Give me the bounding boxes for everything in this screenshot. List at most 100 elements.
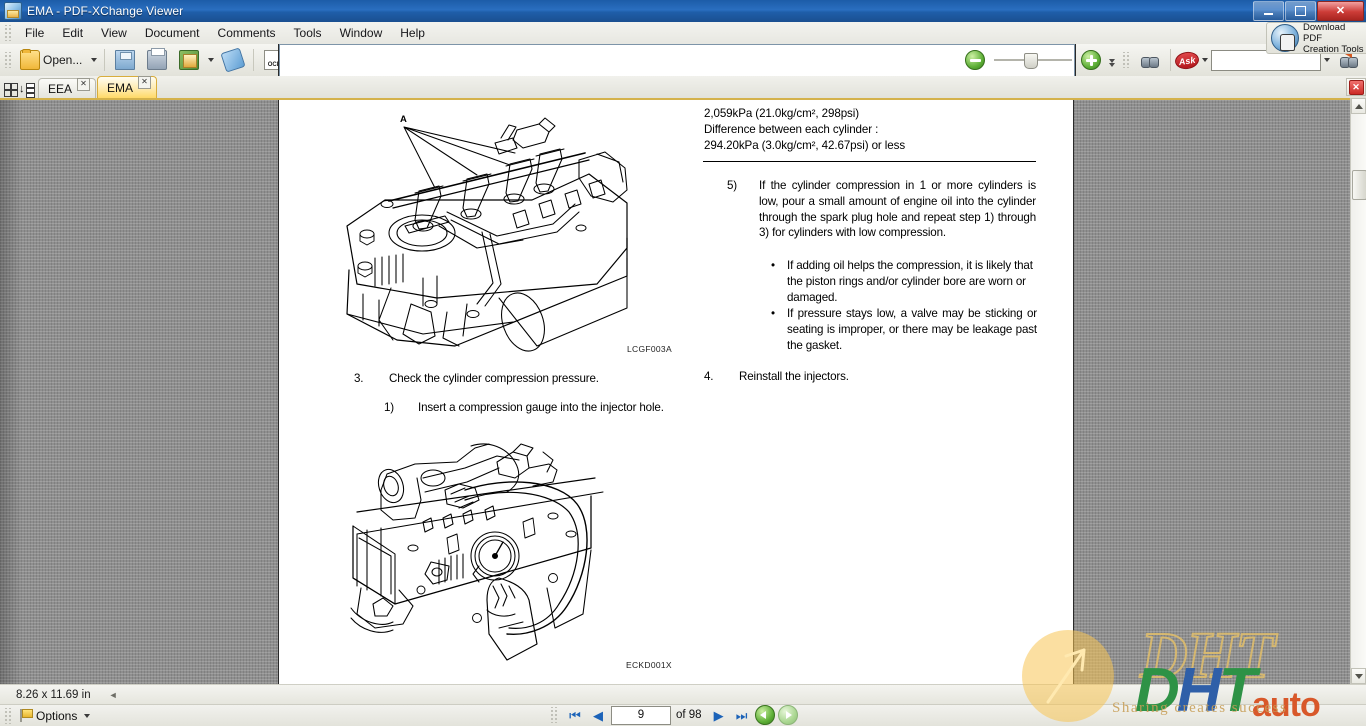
export-dropdown-caret[interactable] — [208, 58, 215, 62]
tab-eea[interactable]: EEA ✕ — [38, 78, 97, 98]
next-view-nav-button[interactable] — [777, 705, 798, 725]
document-tab-strip: ↓ EEA ✕ EMA ✕ — [0, 76, 1366, 99]
scroll-down-icon — [1354, 673, 1363, 679]
tab-ema[interactable]: EMA ✕ — [97, 76, 158, 98]
page-size-label: 8.26 x 11.69 in — [16, 688, 91, 701]
scroll-up-icon — [1354, 103, 1363, 109]
close-button[interactable]: ✕ — [1317, 1, 1364, 21]
bottom-bar-gripper[interactable] — [4, 707, 13, 724]
status-bar: 8.26 x 11.69 in ◄ — [0, 684, 1366, 704]
app-icon — [4, 2, 22, 20]
find-button[interactable] — [1134, 46, 1166, 74]
scroll-up-button[interactable] — [1351, 98, 1366, 114]
print-icon — [147, 48, 168, 70]
download-pdf-line1: Download PDF — [1303, 21, 1346, 44]
save-button[interactable] — [109, 46, 141, 74]
spec-line-3: 294.20kPa (3.0kg/cm², 42.67psi) or less — [704, 139, 906, 152]
export-icon — [179, 50, 200, 70]
scrollbar-thumb[interactable] — [1352, 170, 1366, 200]
step-4-number: 4. — [704, 370, 714, 383]
ask-toolbar-icon[interactable]: Ask — [1174, 49, 1201, 71]
fit-width-button[interactable]: ↔ — [279, 44, 1075, 76]
page-number-input[interactable]: 9 — [611, 705, 671, 725]
window-controls: ✕ — [1253, 1, 1364, 21]
flag-icon — [20, 709, 33, 722]
open-button-label: Open... — [43, 53, 83, 67]
email-icon — [220, 47, 246, 73]
menu-view[interactable]: View — [92, 24, 136, 42]
substep-1-number: 1) — [384, 401, 395, 414]
figure-engine-injectors: A — [346, 114, 628, 352]
menu-window[interactable]: Window — [331, 24, 392, 42]
bullet-1-text: If adding oil helps the compression, it … — [787, 259, 1033, 304]
tab-ema-label: EMA — [107, 80, 134, 95]
zoom-slider[interactable] — [994, 49, 1073, 71]
find-icon — [1141, 51, 1160, 69]
toolbar-separator-2 — [253, 49, 255, 71]
print-button[interactable] — [141, 46, 173, 74]
pdf-xchange-viewer-window: EMA - PDF-XChange Viewer ✕ File Edit Vie… — [0, 0, 1366, 726]
minimize-button[interactable] — [1253, 1, 1284, 21]
thumbnails-icon[interactable] — [4, 83, 18, 97]
first-page-button[interactable]: ⏮ — [565, 706, 585, 724]
scroll-down-button[interactable] — [1351, 668, 1366, 684]
step-5-number: 5) — [727, 179, 738, 192]
spec-line-2: Difference between each cylinder : — [704, 123, 879, 136]
menu-edit[interactable]: Edit — [53, 24, 92, 42]
tab-strip-icons: ↓ — [0, 83, 38, 98]
zoom-slider-knob[interactable] — [1024, 53, 1039, 69]
close-document-button[interactable]: ✕ — [1346, 78, 1366, 96]
toolbar-gripper-5[interactable] — [1122, 52, 1132, 68]
toolbar-separator-6 — [1170, 49, 1172, 71]
menu-comments[interactable]: Comments — [209, 24, 285, 42]
email-button[interactable] — [217, 46, 249, 74]
next-page-button[interactable]: ▶ — [709, 706, 729, 724]
tab-eea-label: EEA — [48, 81, 73, 96]
save-icon — [115, 50, 136, 70]
menu-file[interactable]: File — [16, 24, 53, 42]
export-button[interactable] — [173, 46, 205, 74]
open-button[interactable]: Open... — [16, 46, 88, 74]
zoom-in-step-button[interactable] — [1075, 46, 1107, 74]
fit-width-icon: ↔ — [279, 44, 1075, 76]
menu-gripper[interactable] — [4, 25, 13, 41]
window-title: EMA - PDF-XChange Viewer — [27, 4, 184, 18]
toolbar-overflow-4[interactable] — [1108, 49, 1117, 71]
search-dropdown-caret[interactable] — [1324, 58, 1331, 62]
options-button[interactable]: Options — [16, 709, 97, 723]
spec-line-1: 2,059kPa (21.0kg/cm², 298psi) — [704, 107, 859, 120]
menu-document[interactable]: Document — [136, 24, 209, 42]
document-view-area[interactable]: A LCGF003A 3. Check the cylinder compres… — [0, 98, 1350, 684]
bullet-1-marker: • — [771, 259, 775, 272]
download-pdf-creation-tools-button[interactable]: Download PDF Creation Tools — [1266, 22, 1366, 55]
step-4-text: Reinstall the injectors. — [739, 370, 849, 383]
tab-eea-close-icon[interactable]: ✕ — [77, 78, 91, 91]
toolbar-separator-1 — [104, 49, 106, 71]
substep-1-text: Insert a compression gauge into the inje… — [418, 401, 664, 414]
maximize-button[interactable] — [1285, 1, 1316, 21]
document-area-shadow — [0, 100, 22, 684]
menu-help[interactable]: Help — [391, 24, 434, 42]
figure-1-code: LCGF003A — [627, 344, 672, 354]
menu-tools[interactable]: Tools — [285, 24, 331, 42]
nav-gripper[interactable] — [550, 707, 559, 723]
tab-ema-close-icon[interactable]: ✕ — [138, 76, 152, 89]
previous-page-button[interactable]: ◀ — [588, 706, 608, 724]
menu-bar: File Edit View Document Comments Tools W… — [0, 22, 1366, 45]
open-dropdown-caret[interactable] — [91, 58, 98, 62]
title-bar: EMA - PDF-XChange Viewer ✕ — [0, 0, 1366, 22]
bullet-2-marker: • — [771, 307, 775, 320]
total-pages-label: of 98 — [676, 709, 702, 721]
ask-dropdown-caret[interactable] — [1202, 58, 1209, 62]
download-pdf-label: Download PDF Creation Tools — [1303, 22, 1366, 55]
toolbar-gripper-1[interactable] — [4, 52, 13, 68]
last-page-button[interactable]: ⏭ — [732, 706, 752, 724]
document-list-icon[interactable]: ↓ — [19, 83, 35, 98]
vertical-scrollbar[interactable] — [1350, 98, 1366, 684]
previous-view-nav-button[interactable] — [754, 705, 775, 725]
zoom-in-step-icon — [1081, 50, 1102, 70]
main-toolbar: Open... ↶ ↷ ✋ T Zoom In — [0, 44, 1366, 77]
options-dropdown-caret[interactable] — [84, 713, 91, 718]
status-collapse-icon[interactable]: ◄ — [109, 690, 118, 700]
svg-text:A: A — [400, 114, 407, 125]
